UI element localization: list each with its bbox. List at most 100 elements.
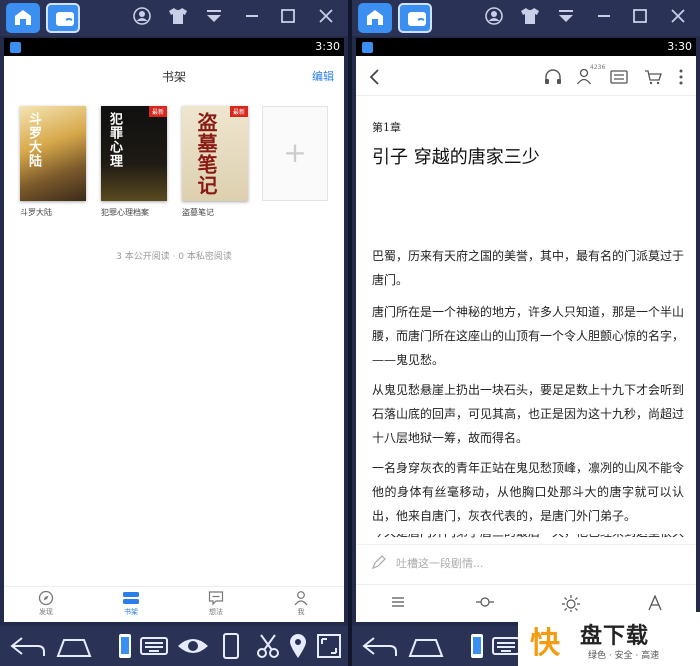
tab-label: 发现 xyxy=(39,608,53,616)
app-notification-icon xyxy=(10,42,21,53)
shelf-count: 3 本公开阅读 · 0 本私密阅读 xyxy=(116,252,232,262)
reader-app-button[interactable] xyxy=(398,3,432,33)
home-app-button[interactable] xyxy=(358,3,392,33)
book-item[interactable]: 最新 盗墓笔记 盗墓笔记 xyxy=(182,106,248,218)
maximize-icon[interactable] xyxy=(628,6,652,30)
skin-icon[interactable] xyxy=(518,6,542,30)
scissors-icon[interactable] xyxy=(256,632,280,660)
tab-label: 想法 xyxy=(209,608,223,616)
tab-me[interactable]: 我 xyxy=(276,590,326,617)
site-watermark: 快 盘下载 绿色 · 安全 · 高速 xyxy=(518,612,700,666)
reader-app-icon xyxy=(408,12,426,26)
pen-icon xyxy=(371,555,386,570)
chapter-number: 第1章 xyxy=(372,121,401,134)
back-icon[interactable] xyxy=(8,632,48,660)
cart-icon[interactable] xyxy=(644,69,662,85)
eye-icon[interactable] xyxy=(176,632,210,660)
back-arrow-icon[interactable] xyxy=(368,68,382,86)
reader-app-icon xyxy=(56,12,74,26)
tab-label: 书架 xyxy=(124,608,138,616)
book-cover: 斗罗大陆 xyxy=(20,106,86,201)
android-nav-bar xyxy=(0,626,348,666)
page-title: 书架 xyxy=(161,70,186,84)
book-title: 犯罪心理档案 xyxy=(101,208,149,217)
rotate-screen-icon[interactable] xyxy=(222,632,240,660)
account-icon[interactable] xyxy=(130,6,154,30)
new-badge: 最新 xyxy=(148,106,167,117)
paragraph: 从鬼见愁悬崖上扔出一块石头，要足足数上十九下才会听到石落山底的回声，可见其高，也… xyxy=(372,383,685,445)
phone-icon[interactable] xyxy=(470,632,484,660)
home-icon xyxy=(15,10,31,25)
brightness-icon[interactable] xyxy=(562,595,580,613)
keyboard-icon[interactable] xyxy=(140,632,168,660)
cover-title: 犯罪心理 xyxy=(107,112,122,168)
android-status-bar: 3:30 xyxy=(356,38,696,56)
book-cover: 最新 盗墓笔记 xyxy=(182,106,248,201)
tab-bookshelf[interactable]: 书架 xyxy=(106,590,156,617)
paragraph: 今天是唐门外门弟子唐三的最后一天，他已经来到这里很久了 xyxy=(372,534,684,544)
bottom-navigation: 发现 书架 想法 我 xyxy=(4,586,344,622)
book-title: 盗墓笔记 xyxy=(182,208,214,217)
phone-icon[interactable] xyxy=(118,632,132,660)
android-status-bar: 3:30 xyxy=(4,38,344,56)
back-icon[interactable] xyxy=(360,632,400,660)
progress-icon[interactable] xyxy=(476,595,494,609)
paragraph-partial: 今天是唐门外门弟子唐三的最后一天，他已经来到这里很久了 xyxy=(372,534,684,544)
comment-bar[interactable]: 吐槽这一段剧情... xyxy=(356,544,696,580)
watermark-subtitle: 绿色 · 安全 · 高速 xyxy=(588,651,660,661)
app-notification-icon xyxy=(362,42,373,53)
emulator-toolbar xyxy=(352,0,700,36)
readers-count: 4236 xyxy=(590,64,606,71)
tab-discover[interactable]: 发现 xyxy=(21,590,71,617)
home-app-button[interactable] xyxy=(6,3,40,33)
paragraph: 唐门所在是一个神秘的地方，许多人只知道，那是一个半山腰，而唐门所在这座山的山顶有… xyxy=(372,305,685,367)
home-nav-icon[interactable] xyxy=(406,632,446,660)
close-icon[interactable] xyxy=(314,6,338,30)
fullscreen-icon[interactable] xyxy=(316,632,342,660)
emulator-toolbar xyxy=(0,0,348,36)
keyboard-icon[interactable] xyxy=(492,632,520,660)
person-icon xyxy=(294,591,308,606)
status-time: 3:30 xyxy=(667,40,692,53)
catalog-icon[interactable] xyxy=(610,69,628,85)
reader-toolbar: 4236 xyxy=(356,56,696,96)
menu-icon[interactable] xyxy=(391,595,405,609)
home-icon xyxy=(367,10,383,25)
home-nav-icon[interactable] xyxy=(54,632,94,660)
location-icon[interactable] xyxy=(288,632,308,660)
new-badge: 最新 xyxy=(229,106,248,117)
shelf-header: 书架 编辑 xyxy=(4,56,344,96)
cover-title: 盗墓笔记 xyxy=(194,112,218,196)
skin-icon[interactable] xyxy=(166,6,190,30)
more-icon[interactable] xyxy=(678,68,684,86)
cover-title: 斗罗大陆 xyxy=(26,112,41,168)
emulator-window-right: 3:30 4236 第1章 引子 穿越的唐家三少 巴蜀，历来有天府之国的美誉，其… xyxy=(352,0,700,666)
reader-screen: 4236 第1章 引子 穿越的唐家三少 巴蜀，历来有天府之国的美誉，其中，最有名… xyxy=(356,56,696,622)
paragraph: 巴蜀，历来有天府之国的美誉，其中，最有名的门派莫过于唐门。 xyxy=(372,249,685,287)
headphones-icon[interactable] xyxy=(544,69,562,85)
tab-thoughts[interactable]: 想法 xyxy=(191,590,241,617)
maximize-icon[interactable] xyxy=(276,6,300,30)
dropdown-menu-icon[interactable] xyxy=(202,6,226,30)
bookshelf-icon xyxy=(123,592,139,604)
chat-icon xyxy=(208,591,224,606)
reader-app-button[interactable] xyxy=(46,3,80,33)
book-item[interactable]: 最新 犯罪心理 犯罪心理档案 xyxy=(101,106,167,218)
watermark-title: 盘下载 xyxy=(580,624,650,649)
edit-button[interactable]: 编辑 xyxy=(312,68,334,84)
book-cover: 最新 犯罪心理 xyxy=(101,106,167,201)
dropdown-menu-icon[interactable] xyxy=(554,6,578,30)
minimize-icon[interactable] xyxy=(592,6,616,30)
status-time: 3:30 xyxy=(315,40,340,53)
watermark-logo: 快 xyxy=(530,626,560,661)
emulator-window-left: 3:30 书架 编辑 斗罗大陆 斗罗大陆 最新 犯罪心理 犯罪心理档案 最新 盗… xyxy=(0,0,348,666)
chapter-title: 引子 穿越的唐家三少 xyxy=(372,147,540,168)
book-item[interactable]: 斗罗大陆 斗罗大陆 xyxy=(20,106,86,218)
font-icon[interactable] xyxy=(648,595,662,611)
add-book-button[interactable]: + xyxy=(262,106,328,201)
bookshelf-screen: 书架 编辑 斗罗大陆 斗罗大陆 最新 犯罪心理 犯罪心理档案 最新 盗墓笔记 盗… xyxy=(4,56,344,622)
minimize-icon[interactable] xyxy=(240,6,264,30)
comment-input[interactable]: 吐槽这一段剧情... xyxy=(396,555,484,571)
account-icon[interactable] xyxy=(482,6,506,30)
close-icon[interactable] xyxy=(666,6,690,30)
